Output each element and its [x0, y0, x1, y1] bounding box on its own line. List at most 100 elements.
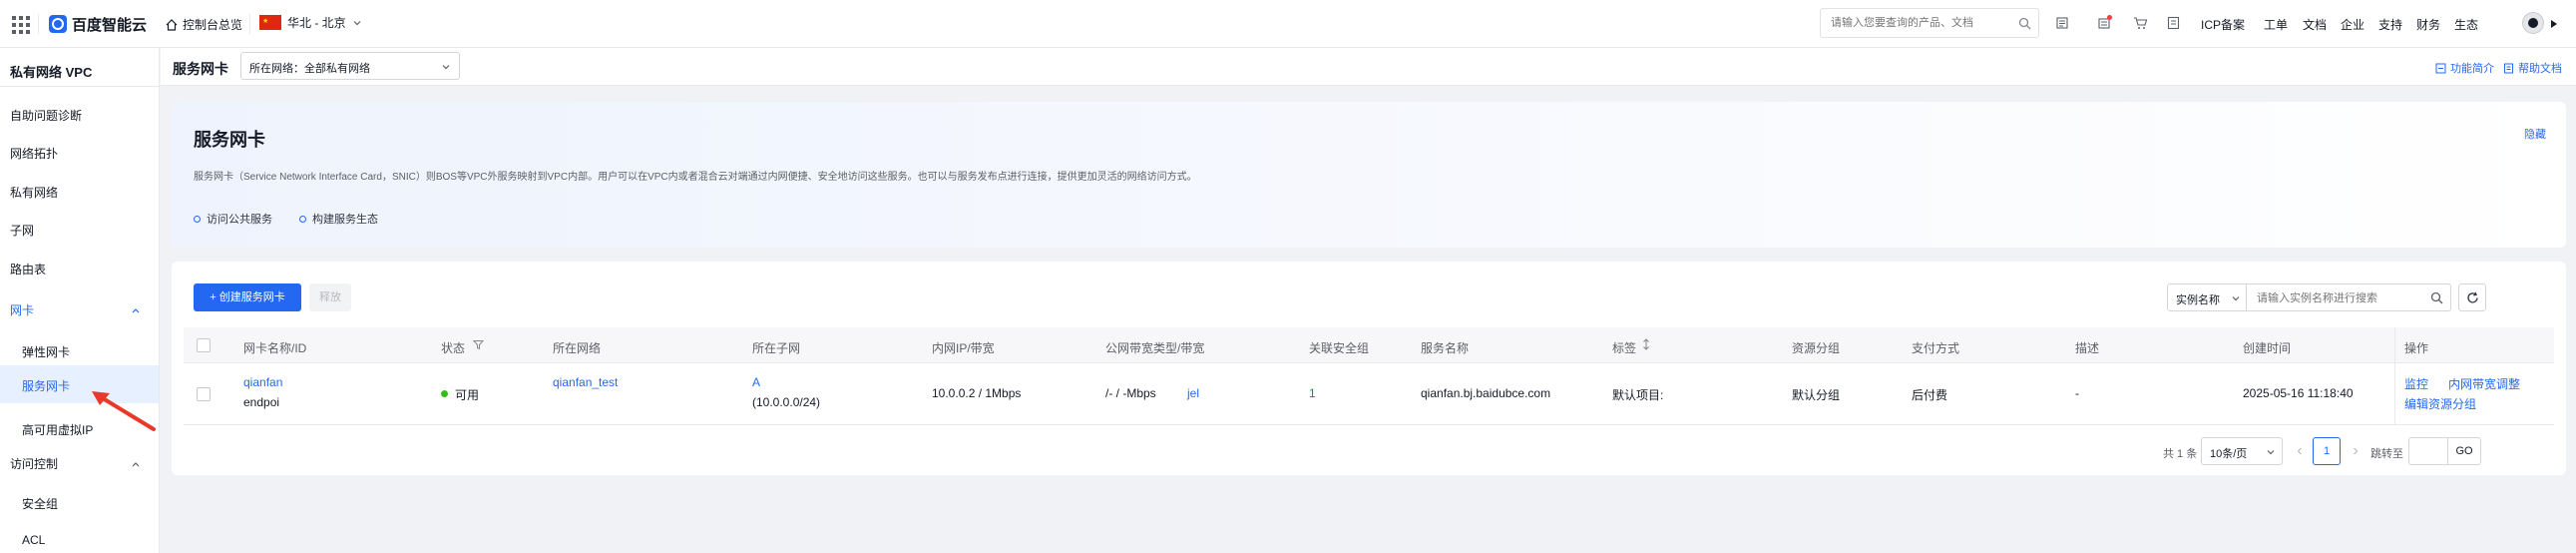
- network-filter-select[interactable]: 所在网络：全部私有网络: [240, 52, 460, 80]
- nav-docs[interactable]: 文档: [2303, 16, 2327, 33]
- logo[interactable]: 百度智能云: [48, 12, 147, 36]
- header-status: 状态: [441, 341, 466, 355]
- sidebar-group-nic[interactable]: 网卡: [0, 295, 159, 323]
- refresh-button[interactable]: [2458, 283, 2486, 311]
- notes-icon[interactable]: [2055, 16, 2069, 30]
- search-icon[interactable]: [2430, 291, 2443, 304]
- sidebar-item-acl[interactable]: ACL: [22, 533, 45, 547]
- annotation-arrow-icon: [92, 391, 156, 431]
- page-size-value: 10条/页: [2210, 448, 2248, 460]
- resource-group: 默认分组: [1792, 388, 1841, 402]
- divider: [38, 14, 39, 34]
- intro-hide-link[interactable]: 隐藏: [2524, 126, 2546, 142]
- subnet-cidr: (10.0.0.0/24): [752, 395, 821, 409]
- home-icon: [166, 18, 178, 31]
- sidebar-item-service-nic-label: 服务网卡: [22, 379, 71, 393]
- page-header: 服务网卡 所在网络：全部私有网络 功能简介 帮助文档: [161, 48, 2576, 86]
- actions-column-divider: [2394, 327, 2395, 425]
- select-all-checkbox[interactable]: [197, 338, 211, 352]
- sidebar-group-nic-label: 网卡: [10, 303, 35, 317]
- global-search[interactable]: [1820, 8, 2039, 38]
- goto-page-input[interactable]: [2408, 437, 2448, 465]
- header-tag: 标签: [1612, 341, 1637, 355]
- chevron-down-icon: [442, 65, 450, 70]
- create-service-nic-button[interactable]: + 创建服务网卡: [194, 283, 301, 311]
- logo-icon: [49, 15, 67, 33]
- china-flag-icon: ★: [259, 15, 281, 30]
- release-button[interactable]: 释放: [309, 283, 351, 311]
- document-icon[interactable]: [2167, 16, 2180, 30]
- header-service-name: 服务名称: [1421, 341, 1470, 355]
- sidebar-item-vpc[interactable]: 私有网络: [10, 184, 58, 201]
- header-network: 所在网络: [553, 341, 602, 355]
- ip-bandwidth: 10.0.0.2 / 1Mbps: [932, 386, 1022, 400]
- header-name-id: 网卡名称/ID: [243, 341, 307, 355]
- page-number-current[interactable]: 1: [2313, 437, 2341, 465]
- description: -: [2075, 386, 2079, 400]
- global-search-input[interactable]: [1831, 15, 2010, 31]
- header-payment: 支付方式: [1912, 341, 1960, 355]
- intro-link-public-service[interactable]: 访问公共服务: [194, 211, 272, 227]
- go-button[interactable]: GO: [2447, 437, 2481, 465]
- row-checkbox[interactable]: [197, 387, 211, 401]
- sidebar-item-security-group[interactable]: 安全组: [22, 495, 58, 512]
- notifications-icon[interactable]: [2097, 15, 2112, 33]
- nic-name-link[interactable]: qianfan: [243, 375, 282, 389]
- chevron-down-icon: [353, 20, 361, 25]
- page-size-select[interactable]: 10条/页: [2201, 437, 2283, 465]
- sidebar-item-topology[interactable]: 网络拓扑: [10, 145, 58, 162]
- app-grid-icon[interactable]: [10, 14, 30, 34]
- network-link[interactable]: qianfan_test: [553, 375, 618, 389]
- header-subnet: 所在子网: [752, 341, 801, 355]
- next-page-icon[interactable]: [2351, 446, 2361, 456]
- prev-page-icon[interactable]: [2295, 446, 2305, 456]
- nav-enterprise[interactable]: 企业: [2341, 16, 2364, 33]
- intro-link-ecosystem[interactable]: 构建服务生态: [299, 211, 378, 227]
- edit-resource-group-action[interactable]: 编辑资源分组: [2404, 395, 2476, 412]
- table-header-row: 网卡名称/ID 状态 所在网络 所在子网 内网IP/带宽 公网带宽类型/带宽 关…: [184, 327, 2554, 363]
- search-field-select[interactable]: 实例名称: [2167, 283, 2247, 311]
- sidebar-item-subnet[interactable]: 子网: [10, 222, 34, 239]
- created-time: 2025-05-16 11:18:40: [2243, 386, 2354, 400]
- feature-intro-link[interactable]: 功能简介: [2435, 60, 2494, 76]
- avatar[interactable]: [2522, 12, 2544, 34]
- monitor-action[interactable]: 监控: [2404, 375, 2428, 392]
- public-bandwidth-extra[interactable]: jel: [1187, 386, 1199, 400]
- service-name: qianfan.bj.baidubce.com: [1421, 386, 1551, 400]
- nav-finance[interactable]: 财务: [2416, 16, 2440, 33]
- subnet-link[interactable]: A: [752, 375, 760, 389]
- sidebar-item-elastic-nic[interactable]: 弹性网卡: [22, 343, 70, 360]
- header-description: 描述: [2075, 341, 2100, 355]
- security-group-link[interactable]: 1: [1309, 386, 1316, 400]
- help-doc-link[interactable]: 帮助文档: [2503, 60, 2562, 76]
- intro-link-public-service-label: 访问公共服务: [207, 214, 272, 226]
- nav-support[interactable]: 支持: [2378, 16, 2402, 33]
- network-filter-value: 所在网络：全部私有网络: [249, 63, 370, 75]
- goto-label: 跳转至: [2370, 448, 2403, 460]
- help-doc-icon: [2504, 63, 2513, 73]
- notification-dot: [2107, 15, 2112, 20]
- nav-icp[interactable]: ICP备案: [2201, 16, 2245, 33]
- sidebar-item-route-table[interactable]: 路由表: [10, 261, 46, 277]
- console-home-link[interactable]: 控制台总览: [166, 16, 242, 33]
- nic-id: endpoi: [243, 395, 280, 409]
- nav-ticket[interactable]: 工单: [2264, 16, 2288, 33]
- caret-right-icon[interactable]: [2550, 19, 2558, 29]
- status-dot: [441, 390, 448, 397]
- intro-card: 服务网卡 隐藏 服务网卡（Service Network Interface C…: [172, 102, 2566, 248]
- sort-icon[interactable]: [1642, 338, 1650, 350]
- nav-ecosystem[interactable]: 生态: [2454, 16, 2478, 33]
- sidebar-group-acl[interactable]: 访问控制: [0, 449, 159, 477]
- adjust-bandwidth-action[interactable]: 内网带宽调整: [2448, 375, 2520, 392]
- sidebar-item-havip[interactable]: 高可用虚拟IP: [22, 421, 93, 438]
- sidebar-item-diagnosis[interactable]: 自助问题诊断: [10, 107, 82, 124]
- instance-search[interactable]: [2246, 283, 2451, 311]
- region-selector[interactable]: ★ 华北 - 北京: [259, 14, 362, 31]
- sidebar-group-acl-label: 访问控制: [10, 457, 59, 471]
- search-icon[interactable]: [2018, 17, 2031, 30]
- instance-search-input[interactable]: [2257, 290, 2416, 306]
- cart-icon[interactable]: [2133, 16, 2148, 30]
- filter-icon[interactable]: [473, 339, 484, 350]
- intro-title: 服务网卡: [194, 130, 265, 150]
- sidebar-title: 私有网络 VPC: [10, 65, 93, 80]
